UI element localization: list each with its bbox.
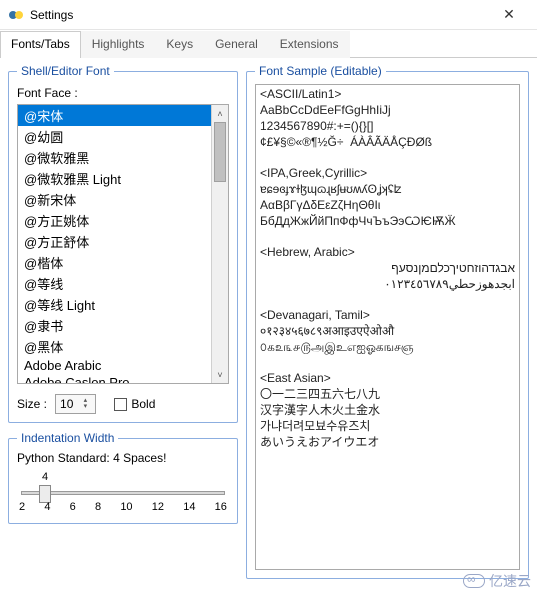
spin-arrows-icon[interactable]: ▴▾ [79,398,91,410]
list-item[interactable]: @黑体 [18,336,211,357]
sample-line: ௦௧௨௩௪௫அஇஉஎஐஓகஙசஞ [260,340,515,355]
tab-keys[interactable]: Keys [155,31,204,58]
size-row: Size : 10 ▴▾ Bold [17,394,229,414]
tick: 10 [120,501,132,513]
list-item[interactable]: @方正姚体 [18,210,211,231]
sample-line: БбДдЖжЙйПпФфЧчЪъЭэѠѤѬӜ [260,214,515,229]
list-item[interactable]: @微软雅黑 Light [18,168,211,189]
sample-line: 汉字漢字人木火土金水 [260,403,515,418]
sample-legend: Font Sample (Editable) [255,64,386,78]
sample-line: 1234567890#:+=(){}[] [260,119,515,134]
list-item[interactable]: @等线 [18,273,211,294]
tab-extensions[interactable]: Extensions [269,31,350,58]
list-item[interactable]: Adobe Caslon Pro [18,374,211,383]
font-face-label: Font Face : [17,86,229,100]
size-label: Size : [17,397,47,411]
watermark-text: 亿速云 [489,571,531,591]
tab-highlights[interactable]: Highlights [81,31,156,58]
tick: 4 [44,501,50,513]
listbox-scrollbar[interactable]: ˄ ˅ [211,105,228,383]
list-item[interactable]: Adobe Arabic [18,357,211,374]
sample-line: <Devanagari, Tamil> [260,308,515,323]
tick: 8 [95,501,101,513]
list-item[interactable]: @楷体 [18,252,211,273]
tab-general[interactable]: General [204,31,269,58]
indent-text: Python Standard: 4 Spaces! [17,451,229,465]
scroll-up-icon[interactable]: ˄ [212,105,228,122]
font-listbox[interactable]: @宋体 @幼圆 @微软雅黑 @微软雅黑 Light @新宋体 @方正姚体 @方正… [17,104,229,384]
sample-fieldset: Font Sample (Editable) <ASCII/Latin1>AaB… [246,64,529,579]
indent-scale[interactable]: 4 2 4 6 8 10 12 14 16 [17,471,229,515]
right-column: Font Sample (Editable) <ASCII/Latin1>AaB… [246,64,529,587]
list-item[interactable]: @宋体 [18,105,211,126]
left-column: Shell/Editor Font Font Face : @宋体 @幼圆 @微… [8,64,238,587]
sample-line: <IPA,Greek,Cyrillic> [260,166,515,181]
indent-legend: Indentation Width [17,431,118,445]
tab-bar: Fonts/Tabs Highlights Keys General Exten… [0,30,537,58]
list-item[interactable]: @隶书 [18,315,211,336]
sample-line: 〇一二三四五六七八九 [260,387,515,402]
font-fieldset: Shell/Editor Font Font Face : @宋体 @幼圆 @微… [8,64,238,423]
window-title: Settings [30,8,489,22]
font-sample-textarea[interactable]: <ASCII/Latin1>AaBbCcDdEeFfGgHhIiJj123456… [255,84,520,570]
scale-track[interactable] [21,491,225,495]
cloud-icon [463,574,485,588]
indent-section: Indentation Width Python Standard: 4 Spa… [8,431,238,524]
sample-line: ابجدهوزحطي٠١٢٣٤٥٦٧٨٩ [260,277,515,292]
sample-line: <ASCII/Latin1> [260,87,515,102]
tick: 12 [152,501,164,513]
close-icon[interactable]: ✕ [489,6,529,23]
list-item[interactable]: @等线 Light [18,294,211,315]
tick: 14 [183,501,195,513]
bold-checkbox[interactable]: Bold [114,397,155,411]
tab-fonts[interactable]: Fonts/Tabs [0,31,81,58]
list-item[interactable]: @幼圆 [18,126,211,147]
scroll-thumb[interactable] [214,122,226,182]
scale-value: 4 [35,471,55,483]
app-icon [8,7,24,23]
list-item[interactable]: @新宋体 [18,189,211,210]
sample-line: あいうえおアイウエオ [260,435,515,450]
sample-line: <East Asian> [260,371,515,386]
list-item[interactable]: @方正舒体 [18,231,211,252]
sample-line: ¢£¥§©«®¶½Ğ÷ ÁÀÂÃÄÅÇÐØß [260,135,515,150]
watermark: 亿速云 [463,571,531,591]
checkbox-box-icon[interactable] [114,398,127,411]
scale-labels: 2 4 6 8 10 12 14 16 [17,501,229,513]
sample-line: ΑαΒβΓγΔδΕεΖζΗηΘθΙι [260,198,515,213]
scroll-down-icon[interactable]: ˅ [212,366,228,383]
sample-line: אבגדהוזחטיךכלםמןנסעף [260,261,515,276]
size-value: 10 [60,397,73,411]
sample-line: <Hebrew, Arabic> [260,245,515,260]
size-spinbox[interactable]: 10 ▴▾ [55,394,96,414]
font-list[interactable]: @宋体 @幼圆 @微软雅黑 @微软雅黑 Light @新宋体 @方正姚体 @方正… [18,105,211,383]
bold-label: Bold [131,397,155,411]
scroll-track[interactable] [212,122,228,366]
indent-fieldset: Indentation Width Python Standard: 4 Spa… [8,431,238,524]
sample-line: AaBbCcDdEeFfGgHhIiJj [260,103,515,118]
sample-line: ɐɕɘɞɟɤɫɮɰɷɻʁʃʉʊʍʎʘʝʞʢʫ [260,182,515,197]
font-legend: Shell/Editor Font [17,64,114,78]
list-item[interactable]: @微软雅黑 [18,147,211,168]
tick: 6 [70,501,76,513]
content-area: Shell/Editor Font Font Face : @宋体 @幼圆 @微… [0,58,537,595]
sample-line: ०१२३४५६७८९अआइउएऐओऔ [260,324,515,339]
sample-line: 가냐더려모뵤수유즈치 [260,419,515,434]
tick: 2 [19,501,25,513]
tick: 16 [215,501,227,513]
title-bar: Settings ✕ [0,0,537,30]
